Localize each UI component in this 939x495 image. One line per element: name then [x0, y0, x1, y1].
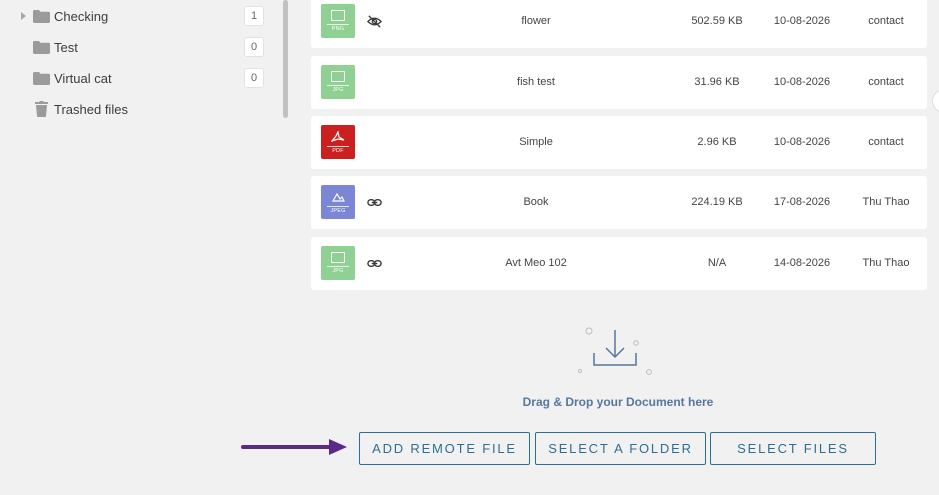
file-size: 502.59 KB — [691, 15, 743, 27]
folder-icon — [33, 40, 50, 54]
file-name[interactable]: Book — [461, 196, 611, 208]
file-author: Thu Thao — [862, 257, 910, 269]
image-icon — [331, 10, 345, 21]
image-icon — [331, 192, 345, 202]
sidebar-item-label: Checking — [54, 8, 109, 24]
file-extension: JPEG — [327, 205, 349, 214]
trash-icon — [35, 101, 48, 117]
file-author: contact — [868, 76, 904, 88]
file-thumbnail: JPEG — [321, 185, 355, 219]
file-row[interactable]: JPG fish test 31.96 KB 10-08-2026 contac… — [311, 56, 927, 109]
pdf-icon — [331, 130, 345, 142]
file-size: 2.96 KB — [697, 136, 737, 148]
sidebar-item-label: Virtual cat — [54, 70, 112, 86]
file-size: N/A — [707, 257, 727, 269]
sidebar-item-checking[interactable]: Checking 1 — [0, 4, 270, 28]
file-extension: JPG — [327, 266, 349, 274]
file-author: contact — [868, 136, 904, 148]
count-badge: 0 — [244, 68, 264, 88]
folder-sidebar: Checking 1 Test 0 Virtual cat 0 Trashed … — [0, 0, 288, 495]
expand-arrow-icon[interactable] — [19, 11, 27, 21]
file-row[interactable]: JPEG Book 224.19 KB 17-08-2026 Thu Thao — [311, 176, 927, 229]
sidebar-scrollbar-thumb[interactable] — [283, 0, 288, 118]
select-folder-button[interactable]: SELECT A FOLDER — [535, 432, 706, 465]
count-badge: 0 — [244, 37, 264, 57]
link-icon[interactable] — [367, 256, 382, 271]
file-date: 10-08-2026 — [773, 76, 831, 88]
file-size: 31.96 KB — [694, 76, 740, 88]
count-badge: 1 — [244, 6, 264, 26]
file-name[interactable]: Simple — [461, 136, 611, 148]
file-extension: PDF — [327, 145, 349, 154]
drop-zone-text: Drag & Drop your Document here — [522, 395, 714, 409]
file-date: 10-08-2026 — [773, 136, 831, 148]
file-row[interactable]: PNG flower 502.59 KB 10-08-2026 contact — [311, 0, 927, 48]
file-row[interactable]: JPG Avt Meo 102 N/A 14-08-2026 Thu Thao — [311, 237, 927, 290]
image-icon — [331, 252, 345, 263]
file-name[interactable]: flower — [461, 15, 611, 27]
add-remote-file-button[interactable]: ADD REMOTE FILE — [359, 432, 530, 465]
file-thumbnail: PDF — [321, 125, 355, 159]
link-icon[interactable] — [367, 195, 382, 210]
file-size: 224.19 KB — [691, 196, 743, 208]
annotation-arrow-icon — [241, 439, 347, 455]
file-date: 10-08-2026 — [773, 15, 831, 27]
file-thumbnail: JPG — [321, 246, 355, 280]
select-files-button[interactable]: SELECT FILES — [710, 432, 876, 465]
file-thumbnail: PNG — [321, 4, 355, 38]
sidebar-item-label: Test — [54, 39, 78, 55]
download-tray-icon — [577, 327, 652, 375]
file-extension: JPG — [327, 85, 349, 93]
file-list: PNG flower 502.59 KB 10-08-2026 contact … — [289, 0, 939, 495]
file-name[interactable]: Avt Meo 102 — [461, 257, 611, 269]
folder-icon — [33, 9, 50, 23]
image-icon — [331, 71, 345, 82]
hidden-icon[interactable] — [367, 14, 382, 29]
file-thumbnail: JPG — [321, 65, 355, 99]
file-author: contact — [868, 15, 904, 27]
file-extension: PNG — [327, 24, 349, 32]
sidebar-item-test[interactable]: Test 0 — [0, 35, 270, 59]
file-date: 14-08-2026 — [773, 257, 831, 269]
folder-icon — [33, 71, 50, 85]
file-name[interactable]: fish test — [461, 76, 611, 88]
sidebar-item-virtual-cat[interactable]: Virtual cat 0 — [0, 66, 270, 90]
drop-zone[interactable]: Drag & Drop your Document here — [289, 318, 939, 418]
sidebar-item-label: Trashed files — [54, 101, 128, 117]
sidebar-item-trashed-files[interactable]: Trashed files — [0, 97, 270, 121]
file-row[interactable]: PDF Simple 2.96 KB 10-08-2026 contact — [311, 116, 927, 169]
file-date: 17-08-2026 — [773, 196, 831, 208]
file-author: Thu Thao — [862, 196, 910, 208]
